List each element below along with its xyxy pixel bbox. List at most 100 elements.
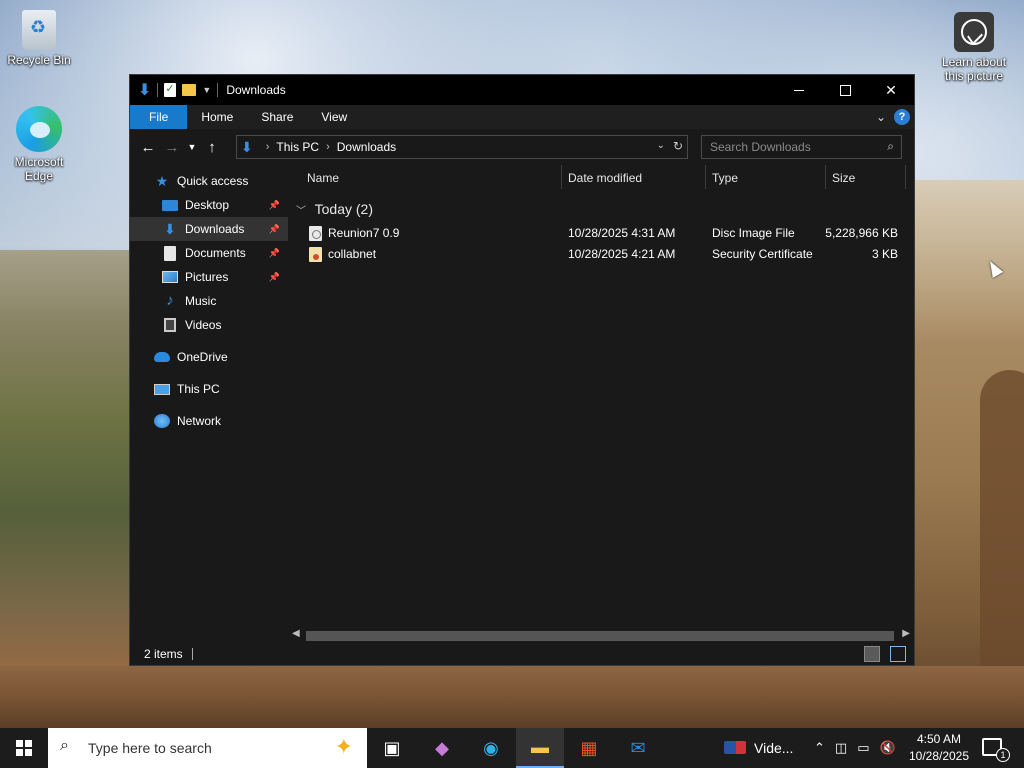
nav-item-label: Quick access [177, 174, 249, 188]
column-divider[interactable] [825, 165, 826, 189]
desktop-icon-recycle-bin[interactable]: Recycle Bin [1, 10, 77, 67]
show-hidden-icons-chevron-icon[interactable]: ⌃ [814, 740, 825, 756]
toolbar-separator [217, 83, 219, 97]
search-input[interactable]: Search Downloads [710, 140, 811, 154]
breadcrumb-chevron-icon[interactable]: › [326, 141, 330, 153]
nav-item-label: Downloads [185, 222, 245, 236]
back-arrow-icon[interactable]: ← [136, 139, 160, 156]
tab-view[interactable]: View [307, 105, 361, 129]
properties-icon[interactable] [164, 82, 177, 97]
videos-icon [164, 318, 176, 332]
details-view-icon[interactable] [864, 646, 880, 662]
column-divider[interactable] [561, 165, 562, 189]
collapse-chevron-icon[interactable]: ﹀ [296, 206, 306, 217]
microsoft-store-icon[interactable]: ▦ [565, 728, 613, 768]
nav-item-desktop[interactable]: Desktop 📌 [130, 193, 288, 217]
column-divider[interactable] [905, 165, 906, 189]
desktop-icon-learn-about-picture[interactable]: Learn about this picture [936, 12, 1012, 83]
nav-item-network[interactable]: Network [130, 409, 288, 433]
copilot-sparkle-icon[interactable]: ✦ [335, 734, 353, 760]
help-icon[interactable]: ? [894, 109, 910, 125]
mlb-logo-icon [724, 741, 746, 754]
file-type: Disc Image File [712, 226, 795, 240]
maximize-button[interactable] [822, 75, 868, 105]
nav-item-music[interactable]: ♪ Music [130, 289, 288, 313]
desktop-icon-label: Recycle Bin [7, 53, 71, 67]
file-explorer-taskbar-icon[interactable]: ▬ [516, 728, 564, 768]
edge-taskbar-icon[interactable]: ◉ [467, 728, 515, 768]
network-tray-icon[interactable]: ▭ [857, 740, 869, 756]
search-icon: ⌕ [887, 139, 894, 153]
address-dropdown-icon[interactable]: ⌄ [657, 140, 665, 151]
nav-item-downloads[interactable]: ⬇ Downloads 📌 [130, 217, 288, 241]
nav-item-quick-access[interactable]: ★ Quick access [130, 169, 288, 193]
taskbar-video-widget[interactable]: Vide... [720, 728, 810, 768]
taskbar-clock[interactable]: 4:50 AM 10/28/2025 [906, 731, 972, 765]
network-icon [154, 414, 170, 428]
forward-arrow-icon[interactable]: → [160, 139, 184, 156]
title-bar: ⬇ ▼ Downloads ✕ [130, 75, 914, 105]
new-folder-icon[interactable] [182, 84, 197, 96]
file-size: 5,228,966 KB [825, 226, 898, 240]
group-label: Today (2) [314, 201, 373, 217]
certificate-icon [309, 247, 322, 262]
refresh-icon[interactable]: ↻ [673, 139, 683, 153]
tab-home[interactable]: Home [187, 105, 247, 129]
up-arrow-icon[interactable]: ↑ [200, 139, 224, 156]
task-view-icon[interactable]: ▣ [368, 728, 416, 768]
breadcrumb-this-pc[interactable]: This PC [276, 140, 319, 154]
nav-item-this-pc[interactable]: This PC [130, 377, 288, 401]
column-date-modified[interactable]: Date modified [568, 171, 642, 185]
scrollbar-thumb[interactable] [306, 631, 894, 641]
breadcrumb-chevron-icon[interactable]: › [266, 141, 270, 153]
tab-file[interactable]: File [130, 105, 188, 129]
window-title: Downloads [226, 83, 286, 97]
breadcrumb-downloads[interactable]: Downloads [337, 140, 396, 154]
scroll-left-icon[interactable]: ◀ [292, 628, 300, 639]
address-bar[interactable]: ⬇ › This PC › Downloads ⌄ ↻ [236, 135, 688, 159]
column-divider[interactable] [705, 165, 706, 189]
pin-icon: 📌 [268, 247, 280, 258]
tab-share[interactable]: Share [247, 105, 307, 129]
taskbar-search-box[interactable]: ⌕ Type here to search ✦ [48, 728, 367, 768]
file-list-pane: Name Date modified Type Size ﹀ Today (2)… [288, 165, 914, 643]
start-button[interactable] [0, 728, 48, 768]
desktop-icon-edge[interactable]: Microsoft Edge [1, 106, 77, 183]
scroll-right-icon[interactable]: ▶ [902, 628, 910, 639]
nav-item-onedrive[interactable]: OneDrive [130, 345, 288, 369]
nav-item-documents[interactable]: Documents 📌 [130, 241, 288, 265]
file-row[interactable]: collabnet 10/28/2025 4:21 AM Security Ce… [288, 244, 914, 265]
column-type[interactable]: Type [712, 171, 738, 185]
onedrive-cloud-icon [154, 352, 170, 362]
file-row[interactable]: Reunion7 0.9 10/28/2025 4:31 AM Disc Ima… [288, 223, 914, 244]
column-header: Name Date modified Type Size [288, 165, 914, 189]
large-icons-view-icon[interactable] [890, 646, 906, 662]
minimize-button[interactable] [776, 75, 822, 105]
taskbar-search-input[interactable]: Type here to search [88, 740, 212, 756]
meet-now-icon[interactable]: ◫ [835, 740, 847, 756]
recent-locations-chevron-icon[interactable]: ▼ [184, 142, 200, 152]
nav-item-pictures[interactable]: Pictures 📌 [130, 265, 288, 289]
taskbar: ⌕ Type here to search ✦ ▣ ◆ ◉ ▬ ▦ ✉ Vide… [0, 728, 1024, 768]
nav-item-label: Videos [185, 318, 222, 332]
desktop-icon-label: Learn about this picture [941, 55, 1007, 83]
column-size[interactable]: Size [832, 171, 855, 185]
search-box[interactable]: Search Downloads ⌕ [701, 135, 902, 159]
nav-item-videos[interactable]: Videos [130, 313, 288, 337]
horizontal-scrollbar[interactable]: ◀ ▶ [288, 627, 914, 643]
file-name: Reunion7 0.9 [328, 226, 400, 240]
customize-toolbar-chevron-icon[interactable]: ▼ [202, 85, 211, 95]
column-name[interactable]: Name [307, 171, 339, 185]
nav-item-label: Desktop [185, 198, 230, 212]
download-arrow-icon[interactable]: ⬇ [138, 80, 151, 100]
navigation-bar: ← → ▼ ↑ ⬇ › This PC › Downloads ⌄ ↻ Sear… [130, 129, 914, 165]
close-button[interactable]: ✕ [868, 75, 914, 105]
status-bar: 2 items [130, 643, 914, 665]
group-header-today[interactable]: ﹀ Today (2) [296, 201, 373, 217]
notification-center-icon[interactable]: 1 [982, 738, 1010, 762]
volume-muted-icon[interactable]: 🔇 [880, 740, 896, 756]
copilot-icon[interactable]: ◆ [418, 728, 466, 768]
outlook-icon[interactable]: ✉ [614, 728, 662, 768]
expand-ribbon-icon[interactable]: ⌄ [876, 110, 886, 124]
pin-icon: 📌 [268, 199, 280, 210]
